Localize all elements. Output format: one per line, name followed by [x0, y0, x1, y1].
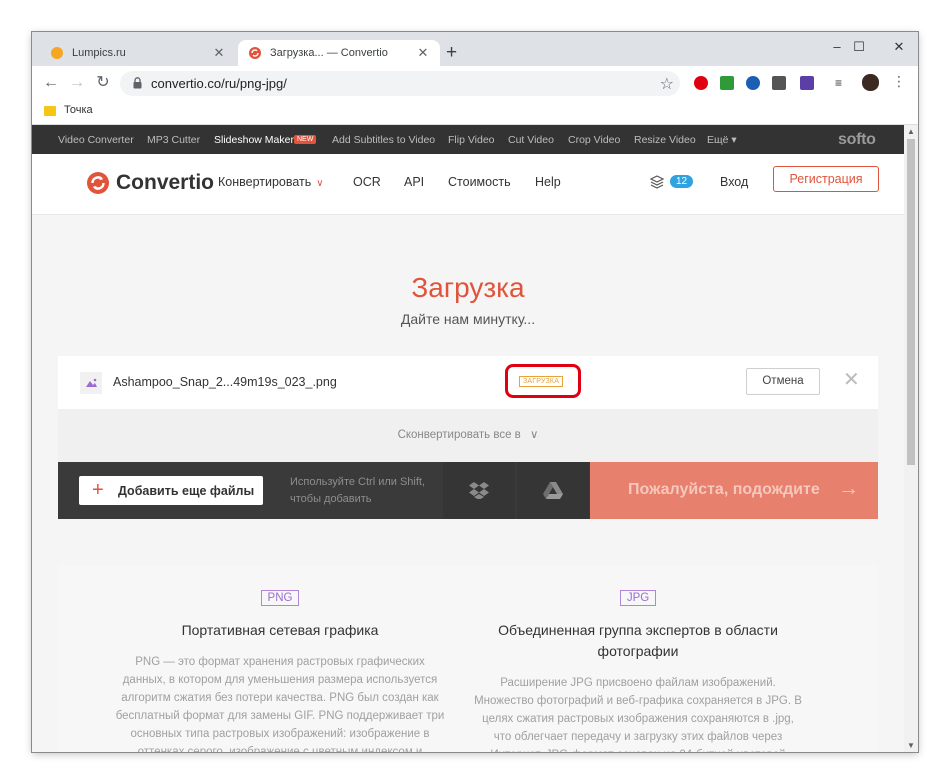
format-title-png: Портативная сетевая графика	[181, 622, 379, 638]
nav-pricing[interactable]: Стоимость	[448, 175, 511, 189]
login-link[interactable]: Вход	[720, 175, 748, 189]
brand-name: Convertio	[116, 171, 215, 194]
format-title-jpg: Объединенная группа экспертов в области …	[498, 622, 778, 659]
format-description-png: PNG — это формат хранения растровых граф…	[115, 656, 445, 752]
page-subtitle: Дайте нам минутку...	[400, 311, 536, 327]
dropbox-icon	[469, 482, 489, 499]
nav-help[interactable]: Help	[535, 175, 561, 189]
page-scrollbar[interactable]: ▲ ▼	[904, 125, 918, 752]
softo-bar: Video Converter MP3 Cutter Slideshow Mak…	[32, 125, 904, 154]
scroll-down-icon[interactable]: ▼	[904, 741, 918, 750]
tab-title: Lumpics.ru	[72, 47, 126, 59]
softo-link-flip-video[interactable]: Flip Video	[448, 134, 495, 146]
format-column-jpg: JPG Объединенная группа экспертов в обла…	[473, 565, 803, 752]
cancel-button[interactable]: Отмена	[746, 368, 820, 395]
nav-convert[interactable]: Конвертировать ∨	[218, 175, 324, 189]
bookmarks-bar: Точка	[32, 100, 918, 125]
close-icon[interactable]: ✕	[843, 370, 860, 390]
address-bar[interactable]: convertio.co/ru/png-jpg/ ☆	[120, 71, 680, 96]
chevron-down-icon: ∨	[530, 429, 539, 441]
softo-logo[interactable]: softo	[838, 131, 876, 149]
google-drive-icon	[543, 482, 563, 499]
files-count-badge: 12	[670, 175, 694, 188]
softo-link-crop-video[interactable]: Crop Video	[568, 134, 620, 146]
register-button[interactable]: Регистрация	[773, 166, 879, 192]
browser-toolbar: ← → ↻ convertio.co/ru/png-jpg/ ☆ ≡ ⋮	[32, 66, 918, 100]
scrollbar-thumb[interactable]	[907, 139, 915, 465]
format-badge-png[interactable]: PNG	[260, 590, 300, 606]
add-files-label: Добавить еще файлы	[118, 484, 255, 498]
tab-convertio[interactable]: Загрузка... — Convertio ✕	[238, 40, 440, 66]
convert-all-label: Сконвертировать все в	[397, 429, 521, 441]
softo-link-cut-video[interactable]: Cut Video	[508, 134, 554, 146]
convertio-logo[interactable]: Convertio	[86, 171, 214, 195]
playlist-icon[interactable]: ≡	[835, 76, 851, 90]
wait-button[interactable]: Пожалуйста, подождите →	[590, 462, 878, 519]
status-highlight-annotation	[505, 364, 581, 398]
chart-extension-icon[interactable]	[800, 76, 814, 90]
maximize-button[interactable]: ☐	[846, 38, 872, 56]
back-icon[interactable]: ←	[41, 73, 61, 93]
browser-window: Lumpics.ru ✕ Загрузка... — Convertio ✕ +…	[32, 32, 918, 752]
softo-link-add-subtitles[interactable]: Add Subtitles to Video	[332, 134, 435, 146]
format-info: PNG Портативная сетевая графика PNG — эт…	[58, 565, 878, 752]
reload-icon[interactable]: ↻	[93, 73, 113, 93]
opera-extension-icon[interactable]	[694, 76, 708, 90]
nav-ocr[interactable]: OCR	[353, 175, 381, 189]
folder-icon	[44, 106, 56, 116]
file-name: Ashampoo_Snap_2...49m19s_023_.png	[113, 375, 337, 389]
google-drive-button[interactable]	[517, 462, 589, 519]
softo-link-video-converter[interactable]: Video Converter	[58, 134, 134, 146]
scroll-up-icon[interactable]: ▲	[904, 127, 918, 136]
page-viewport: Video Converter MP3 Cutter Slideshow Mak…	[32, 125, 904, 752]
arrow-right-icon: →	[838, 477, 859, 500]
format-badge-jpg[interactable]: JPG	[619, 590, 657, 606]
convertio-favicon-icon	[249, 47, 261, 59]
close-tab-icon[interactable]: ✕	[212, 45, 226, 61]
format-description-jpg: Расширение JPG присвоено файлам изображе…	[474, 677, 802, 752]
softo-link-resize-video[interactable]: Resize Video	[634, 134, 696, 146]
avatar[interactable]	[862, 74, 879, 91]
file-row: Ashampoo_Snap_2...49m19s_023_.png ЗАГРУЗ…	[58, 356, 878, 409]
box-extension-icon[interactable]	[772, 76, 786, 90]
site-header: Convertio Конвертировать ∨ OCR API Стоимо…	[32, 154, 904, 215]
bookmark-star-icon[interactable]: ☆	[660, 74, 674, 94]
bookmark-tochka[interactable]: Точка	[64, 104, 93, 116]
close-window-button[interactable]: ✕	[886, 38, 912, 56]
format-column-png: PNG Портативная сетевая графика PNG — эт…	[115, 565, 445, 752]
add-files-hint: Используйте Ctrl или Shift, чтобы добави…	[290, 476, 426, 505]
close-tab-icon[interactable]: ✕	[416, 45, 430, 61]
convertio-logo-icon	[87, 172, 109, 194]
dropbox-button[interactable]	[443, 462, 515, 519]
globe-extension-icon[interactable]	[746, 76, 760, 90]
new-tab-button[interactable]: +	[446, 42, 457, 64]
tab-strip: Lumpics.ru ✕ Загрузка... — Convertio ✕ +…	[32, 32, 918, 66]
image-file-icon	[80, 372, 102, 394]
tab-title: Загрузка... — Convertio	[270, 47, 388, 59]
tab-lumpics[interactable]: Lumpics.ru ✕	[40, 40, 236, 66]
forward-icon[interactable]: →	[67, 73, 87, 93]
softo-link-more[interactable]: Ещё ▾	[707, 134, 737, 146]
new-badge: NEW	[294, 135, 317, 144]
page-title: Загрузка	[411, 272, 525, 303]
convert-all-dropdown[interactable]: Сконвертировать все в ∨	[58, 409, 878, 462]
action-bar: + Добавить еще файлы Используйте Ctrl ил…	[58, 462, 878, 519]
softo-link-mp3-cutter[interactable]: MP3 Cutter	[147, 134, 200, 146]
lock-icon	[133, 77, 142, 89]
layers-icon[interactable]	[649, 174, 665, 190]
menu-icon[interactable]: ⋮	[892, 73, 906, 89]
softo-link-slideshow-maker[interactable]: Slideshow Maker	[214, 134, 294, 146]
url-text: convertio.co/ru/png-jpg/	[151, 76, 287, 91]
nav-convert-label: Конвертировать	[218, 175, 312, 189]
add-files-button[interactable]: + Добавить еще файлы	[79, 476, 263, 505]
check-extension-icon[interactable]	[720, 76, 734, 90]
plus-icon: +	[92, 479, 104, 501]
chevron-down-icon: ∨	[316, 178, 324, 189]
wait-button-label: Пожалуйста, подождите	[628, 481, 820, 498]
nav-api[interactable]: API	[404, 175, 424, 189]
lumpics-favicon-icon	[51, 47, 63, 59]
